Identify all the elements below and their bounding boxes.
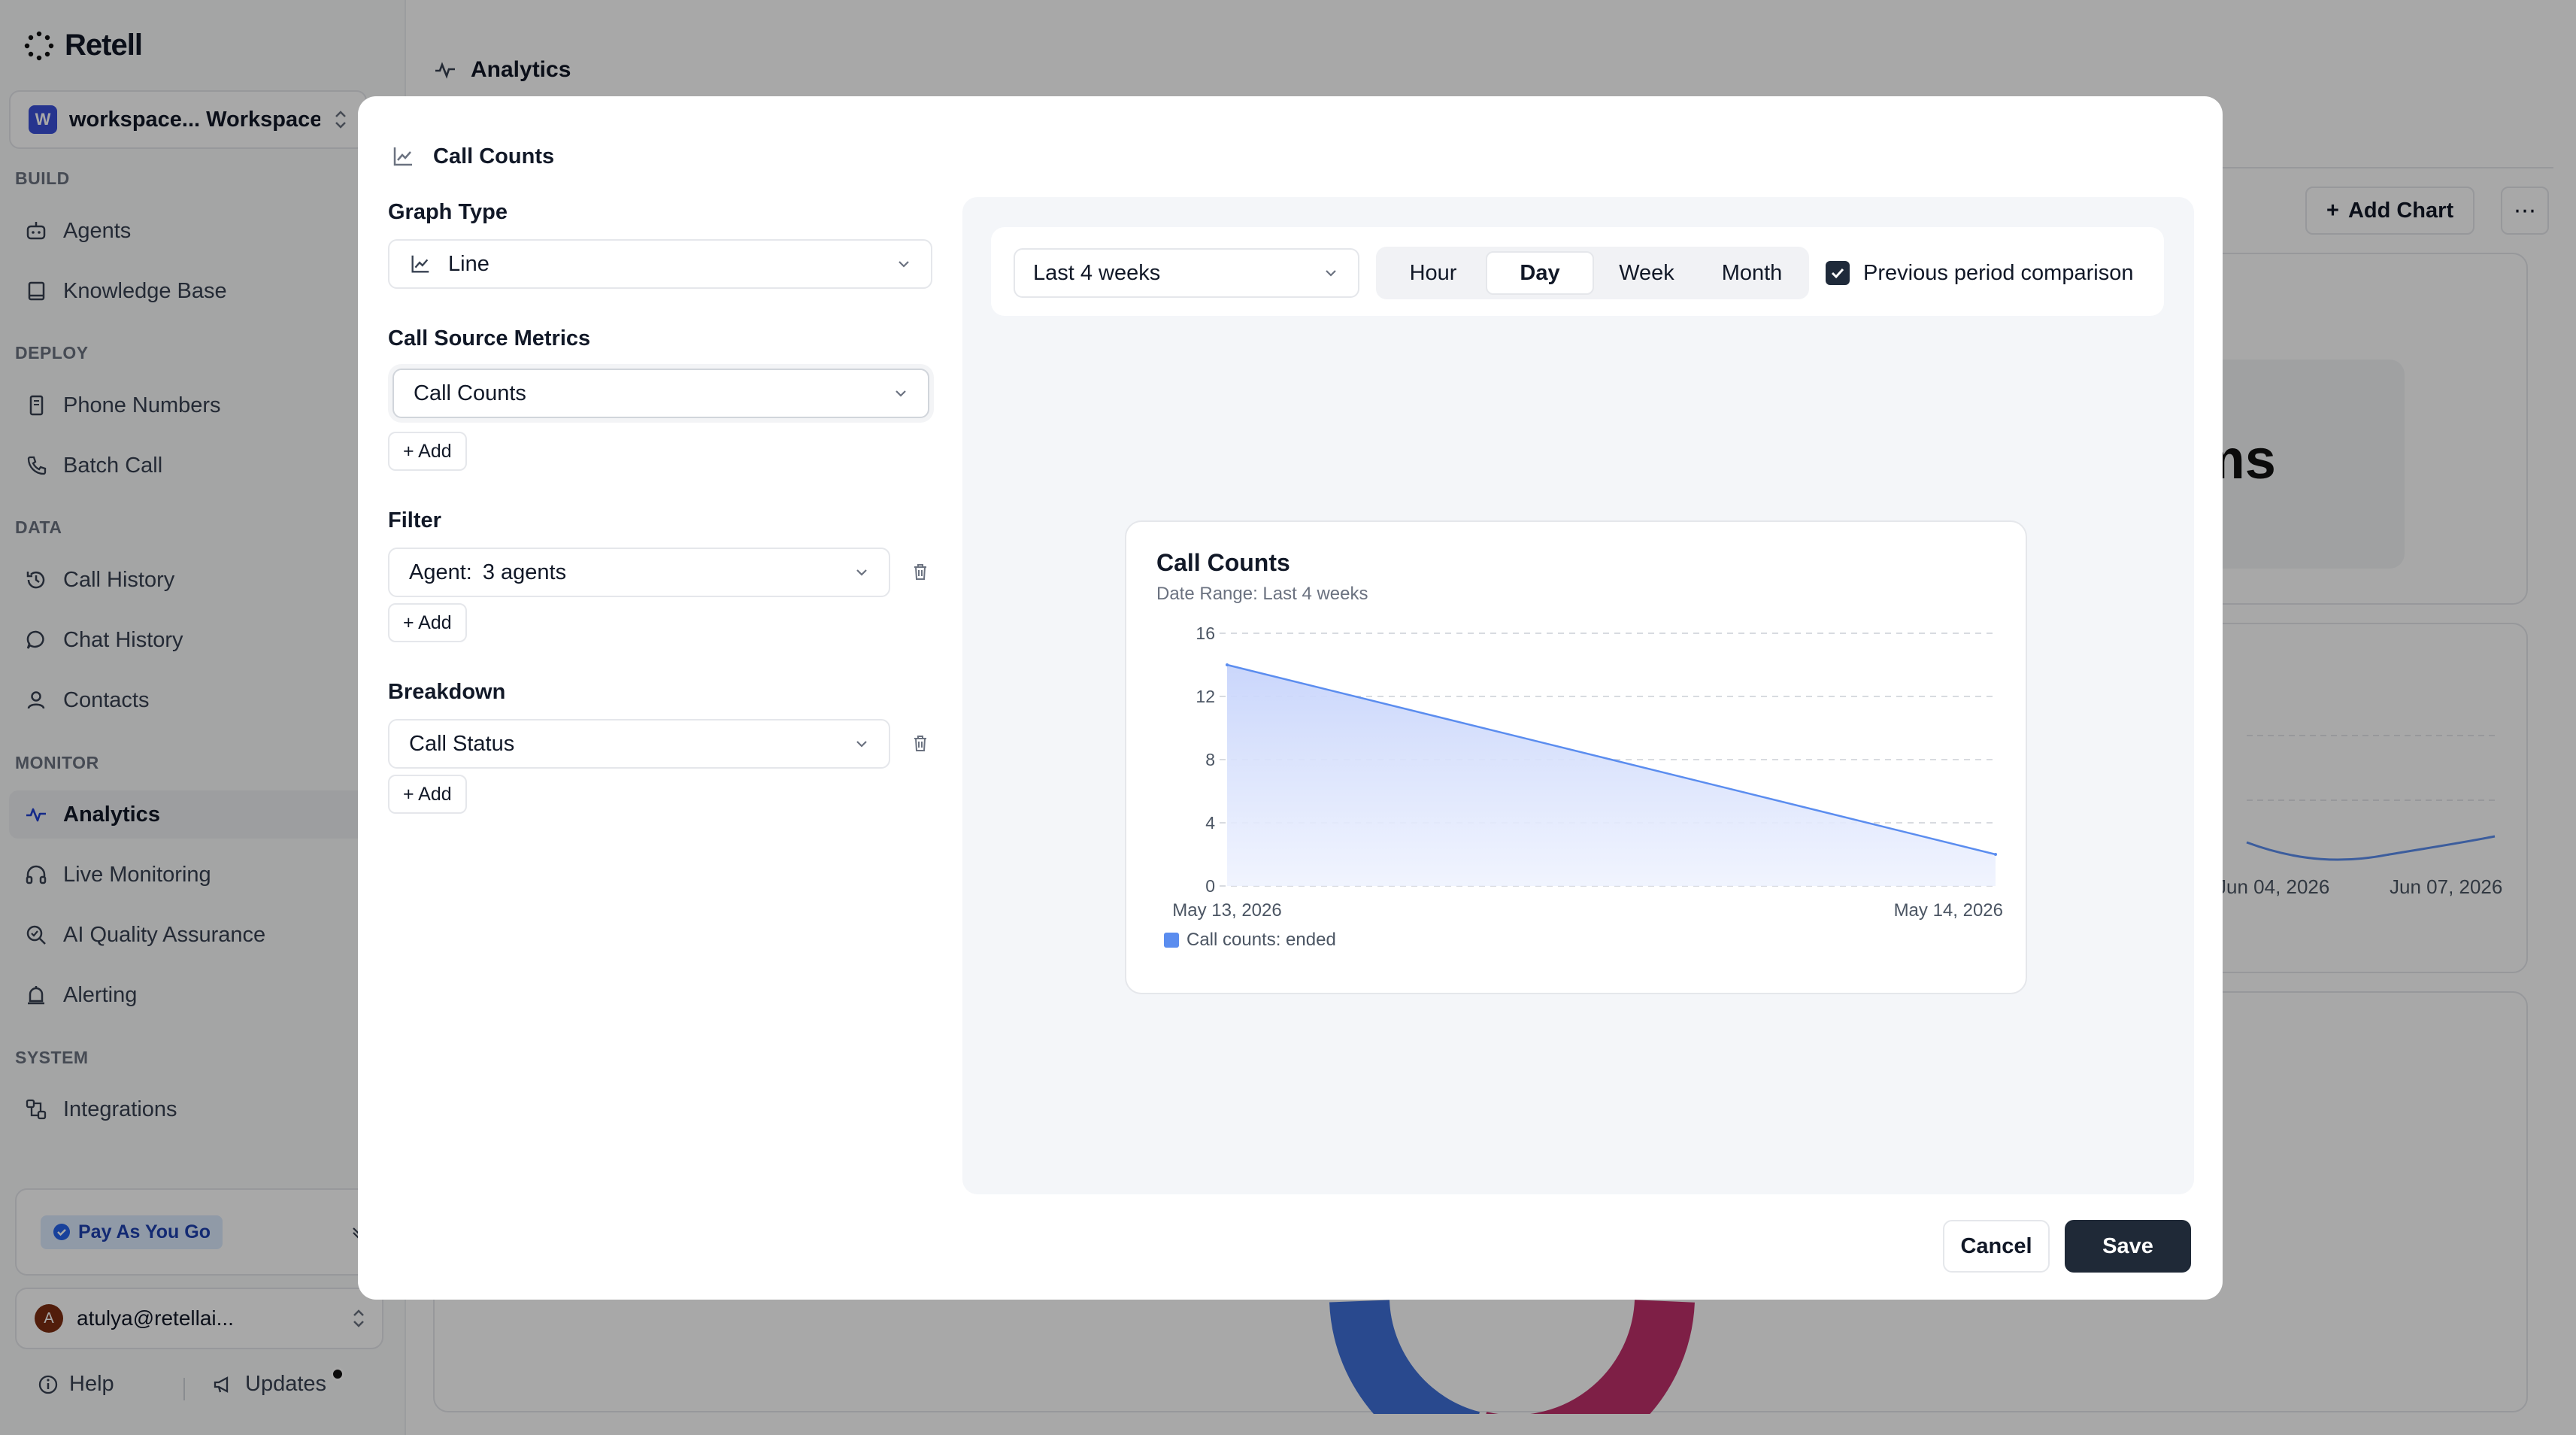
breakdown-select[interactable]: Call Status [388, 719, 890, 769]
add-breakdown-button[interactable]: + Add [388, 775, 467, 814]
y-tick-label: 8 [1205, 750, 1215, 769]
date-range-select[interactable]: Last 4 weeks [1014, 248, 1359, 298]
chart-preview-panel: Last 4 weeks Hour Day Week Month Previou… [962, 197, 2194, 1194]
trash-icon [914, 564, 926, 580]
filter-value: 3 agents [482, 560, 567, 584]
modal-title: Call Counts [433, 144, 555, 168]
granularity-day[interactable]: Day [1486, 251, 1594, 295]
y-tick-label: 0 [1205, 876, 1215, 896]
comparison-label: Previous period comparison [1863, 260, 2134, 285]
call-counts-chart: 0 4 8 12 16 May 13, 2026 May 14, 2026 [1172, 623, 2003, 921]
chevron-down-icon [856, 741, 867, 748]
filter-key: Agent: [409, 560, 472, 584]
y-tick-label: 4 [1205, 813, 1215, 833]
modal-header: Call Counts [391, 119, 554, 194]
chart-legend: Call counts: ended [1164, 930, 1336, 951]
breakdown-value: Call Status [409, 731, 515, 756]
comparison-checkbox[interactable] [1826, 261, 1850, 285]
chevron-down-icon [1326, 270, 1336, 277]
x-tick-label: May 13, 2026 [1172, 900, 1281, 921]
data-point [1994, 853, 1997, 856]
line-chart-icon [393, 147, 412, 166]
date-range-value: Last 4 weeks [1033, 260, 1161, 285]
granularity-month[interactable]: Month [1699, 251, 1805, 295]
legend-label: Call counts: ended [1186, 930, 1336, 950]
save-button[interactable]: Save [2065, 1220, 2191, 1273]
y-tick-label: 16 [1196, 623, 1215, 643]
previous-period-comparison[interactable]: Previous period comparison [1826, 247, 2133, 299]
trash-icon [914, 736, 926, 751]
granularity-week[interactable]: Week [1594, 251, 1699, 295]
filter-label: Filter [388, 508, 441, 532]
legend-swatch [1164, 933, 1179, 948]
y-tick-label: 12 [1196, 687, 1215, 706]
chevron-down-icon [856, 569, 867, 576]
chart-card: Call Counts Date Range: Last 4 weeks 048… [1125, 520, 2027, 994]
data-point [1226, 663, 1229, 666]
delete-filter-button[interactable] [907, 558, 934, 585]
chevron-down-icon [899, 261, 909, 268]
call-source-metrics-label: Call Source Metrics [388, 326, 591, 350]
x-tick-label: May 14, 2026 [1894, 900, 2003, 921]
delete-breakdown-button[interactable] [907, 730, 934, 757]
granularity-toggle: Hour Day Week Month [1376, 247, 1809, 299]
add-metric-button[interactable]: + Add [388, 432, 467, 471]
series-area [1227, 665, 1996, 886]
cancel-button[interactable]: Cancel [1943, 1220, 2050, 1273]
chart-toolbar: Last 4 weeks Hour Day Week Month Previou… [991, 227, 2164, 316]
chevron-down-icon [896, 390, 906, 397]
graph-type-value: Line [448, 251, 489, 276]
call-source-metrics-select[interactable]: Call Counts [392, 369, 929, 418]
breakdown-label: Breakdown [388, 680, 506, 704]
check-icon [1831, 268, 1844, 279]
granularity-hour[interactable]: Hour [1380, 251, 1486, 295]
graph-type-select[interactable]: Line [388, 239, 932, 289]
edit-chart-modal: Call Counts Graph Type Line Call Source … [358, 96, 2223, 1300]
line-chart-icon [411, 255, 429, 273]
metric-value: Call Counts [414, 381, 526, 405]
agent-filter-select[interactable]: Agent: 3 agents [388, 548, 890, 597]
graph-type-label: Graph Type [388, 200, 508, 224]
add-filter-button[interactable]: + Add [388, 603, 467, 642]
